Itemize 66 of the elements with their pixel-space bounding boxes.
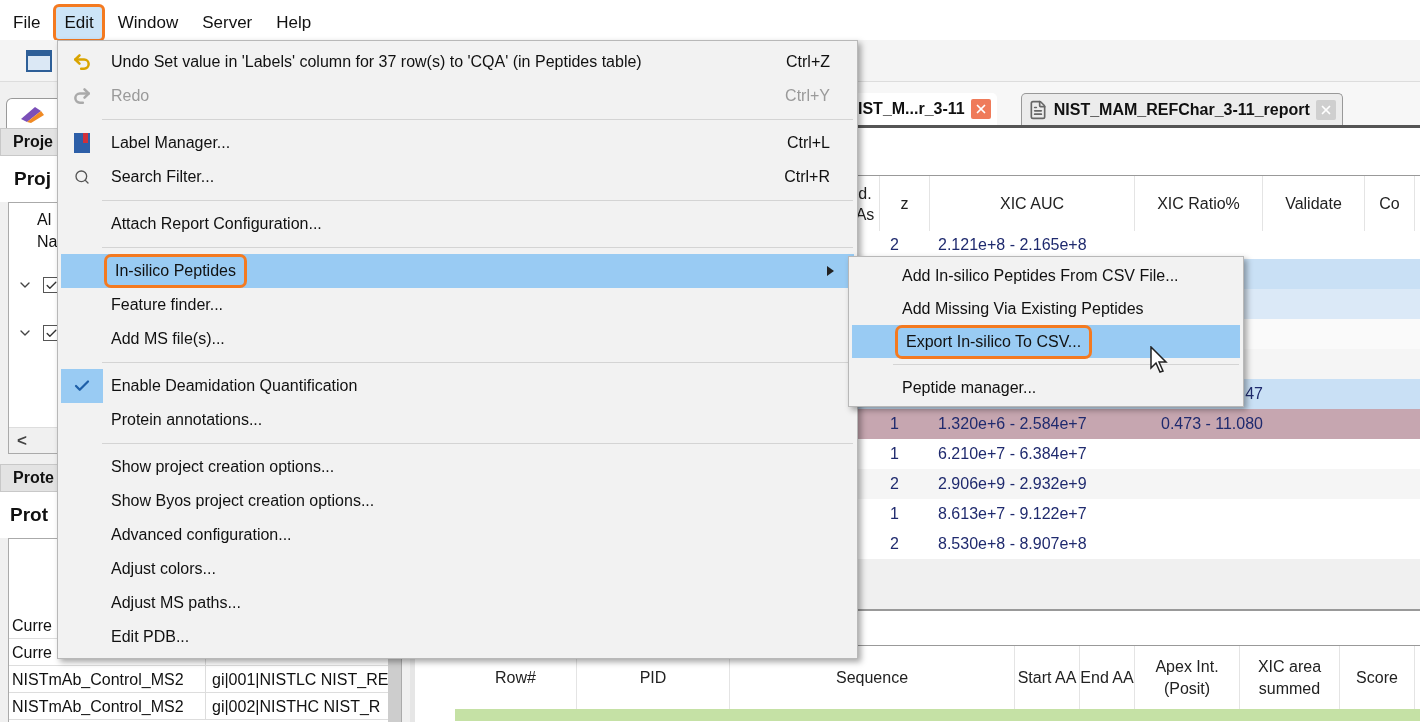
menu-label: Feature finder...: [110, 295, 225, 315]
menu-label: In-silico Peptides: [107, 257, 244, 285]
document-tab[interactable]: NIST_MAM_REFChar_3-11_report: [1020, 93, 1343, 125]
search-icon: [74, 169, 90, 185]
shortcut-text: Ctrl+Z: [786, 52, 831, 72]
close-icon[interactable]: [970, 99, 991, 119]
table-cell-text: 2.121e+8 - 2.165e+8: [938, 235, 1087, 255]
table-cell-text: 8.530e+8 - 8.907e+8: [938, 534, 1087, 554]
menu-label: Enable Deamidation Quantification: [110, 376, 359, 396]
table-cell-text: 47: [1245, 384, 1263, 404]
scroll-left-arrow[interactable]: <: [9, 427, 27, 454]
menu-label: Add In-silico Peptides From CSV File...: [901, 265, 1180, 286]
menu-label: Add MS file(s)...: [110, 329, 226, 349]
table-cell-text: gi|002|NISTHC NIST_R: [211, 697, 382, 717]
menu-item[interactable]: Peptide manager...: [852, 371, 1240, 404]
table-cell-text: 6.210e+7 - 6.384e+7: [938, 444, 1087, 464]
shortcut-text: Ctrl+L: [786, 133, 831, 153]
menu-label: Show Byos project creation options...: [110, 491, 376, 511]
shortcut-text: Ctrl+R: [784, 167, 831, 187]
table-cell-text: 8.613e+7 - 9.122e+7: [938, 504, 1087, 524]
table-cell-text: 0.473 - 11.080: [1161, 414, 1263, 434]
menu-bar-item[interactable]: Window: [109, 7, 187, 39]
menu-bar-item[interactable]: Edit: [56, 7, 102, 39]
menu-item[interactable]: Undo Set value in 'Labels' column for 37 row(s) to 'CQA' (in Peptides table) Ctrl+Z: [61, 45, 854, 79]
table-cell-text: 1: [890, 444, 899, 464]
menu-bar-item[interactable]: Help: [268, 7, 320, 39]
book-icon: [73, 132, 91, 154]
shortcut-text: Ctrl+Y: [785, 86, 831, 106]
menu-bar-item[interactable]: Server: [194, 7, 261, 39]
window-icon[interactable]: [26, 48, 54, 73]
panel-title: Prot: [10, 502, 48, 527]
menu-label: Undo Set value in 'Labels' column for 37 row(s) to 'CQA' (in Peptides table): [110, 52, 643, 72]
table-cell-text: 2.906e+9 - 2.932e+9: [938, 474, 1087, 494]
table-cell-text: 2: [890, 235, 899, 255]
table-cell-text: 1.320e+6 - 2.584e+7: [938, 414, 1087, 434]
menu-label: Adjust MS paths...: [110, 593, 242, 613]
menu-label: Attach Report Configuration...: [110, 214, 323, 234]
menu-item[interactable]: Export In-silico To CSV...: [852, 325, 1240, 358]
mouse-cursor-icon: [1150, 346, 1170, 374]
redo-icon: [72, 86, 92, 106]
menu-label: Search Filter...: [110, 167, 216, 187]
menu-item[interactable]: Add Missing Via Existing Peptides: [852, 292, 1240, 325]
column-header: Al: [37, 210, 52, 230]
table-cell-text: 2: [890, 534, 899, 554]
menu-label: Add Missing Via Existing Peptides: [901, 298, 1145, 319]
menu-item[interactable]: Add In-silico Peptides From CSV File...: [852, 259, 1240, 292]
menu-label: Export In-silico To CSV...: [898, 327, 1090, 356]
table-cell-text: 1: [890, 414, 899, 434]
menu-label: Label Manager...: [110, 133, 232, 153]
menu-item[interactable]: In-silico Peptides: [61, 254, 854, 288]
table-cell: NISTmAb_Control_MS2: [9, 693, 206, 719]
table-cell: NISTmAb_Control_MS2: [9, 666, 206, 692]
menu-label: Advanced configuration...: [110, 525, 293, 545]
menu-label: Protein annotations...: [110, 410, 264, 430]
column-header: Na: [37, 232, 58, 252]
menu-label: Peptide manager...: [901, 377, 1038, 398]
menu-label: Adjust colors...: [110, 559, 217, 579]
undo-icon: [72, 52, 92, 72]
table-cell-text: 1: [890, 504, 899, 524]
table-cell-text: 2: [890, 474, 899, 494]
menu-label: Redo: [110, 86, 151, 106]
menu-bar-item[interactable]: File: [5, 7, 49, 39]
panel-title: Proj: [14, 166, 51, 191]
table-cell-text: gi|001|NISTLC NIST_RE: [211, 670, 389, 690]
submenu-arrow-icon: [827, 266, 834, 276]
pencil-icon: [19, 104, 45, 123]
